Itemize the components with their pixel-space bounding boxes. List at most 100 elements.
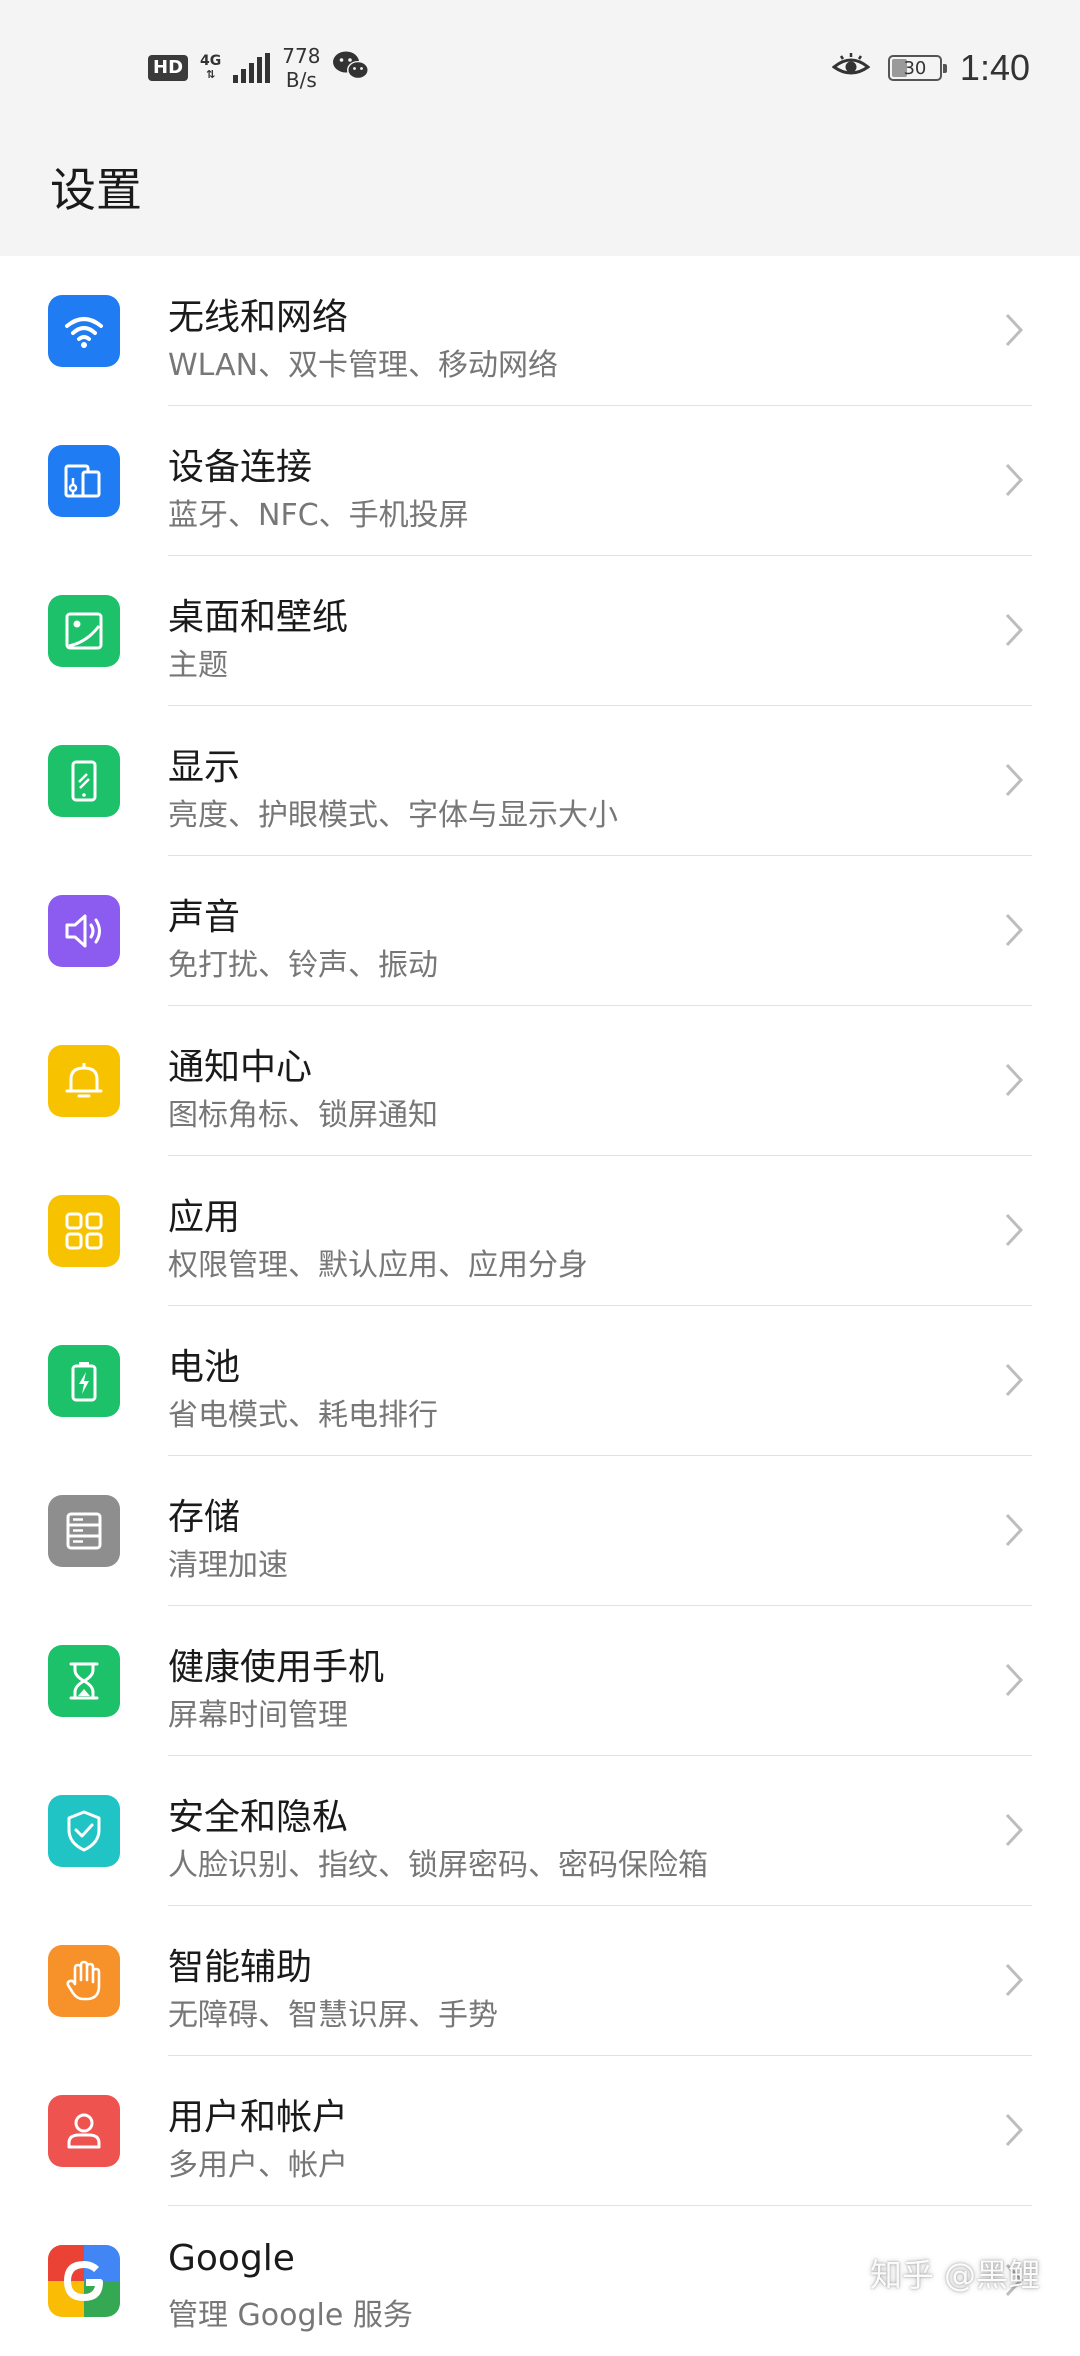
bell-icon — [61, 1058, 107, 1104]
chevron-right-icon — [1004, 1962, 1024, 1998]
page-title: 设置 — [50, 154, 142, 220]
settings-item-title: 设备连接 — [168, 438, 312, 490]
storage-icon — [61, 1508, 107, 1554]
chevron-right-icon — [1004, 1812, 1024, 1848]
settings-item-subtitle: 亮度、护眼模式、字体与显示大小 — [168, 790, 618, 834]
settings-item-subtitle: 无障碍、智慧识屏、手势 — [168, 1990, 498, 2034]
icon-tile — [48, 1945, 120, 2017]
chevron-right-icon — [1004, 1662, 1024, 1698]
icon-tile — [48, 745, 120, 817]
settings-item-sound[interactable]: 声音 免打扰、铃声、振动 — [0, 856, 1080, 1006]
settings-item-title: 存储 — [168, 1488, 240, 1540]
settings-item-device[interactable]: 设备连接 蓝牙、NFC、手机投屏 — [0, 406, 1080, 556]
icon-tile — [48, 2245, 120, 2317]
settings-item-storage[interactable]: 存储 清理加速 — [0, 1456, 1080, 1606]
settings-item-subtitle: 主题 — [168, 640, 228, 684]
icon-tile — [48, 1345, 120, 1417]
settings-item-title: 电池 — [168, 1338, 240, 1390]
chevron-right-icon — [1004, 762, 1024, 798]
signal-icon: 4G ⇅ — [200, 54, 221, 82]
hd-icon: HD — [148, 55, 188, 81]
watermark: 知乎 @黑鲤 — [870, 2250, 1040, 2296]
chevron-right-icon — [1004, 312, 1024, 348]
chevron-right-icon — [1004, 612, 1024, 648]
hand-icon — [61, 1958, 107, 2004]
chevron-right-icon — [1004, 2112, 1024, 2148]
icon-tile — [48, 1645, 120, 1717]
apps-grid-icon — [61, 1208, 107, 1254]
signal-bars — [233, 53, 270, 83]
speed-value: 778 — [282, 44, 320, 68]
settings-item-subtitle: WLAN、双卡管理、移动网络 — [168, 340, 558, 384]
status-right: 30 1:40 — [832, 40, 1030, 96]
settings-item-subtitle: 省电模式、耗电排行 — [168, 1390, 438, 1434]
settings-item-title: 声音 — [168, 888, 240, 940]
status-left: HD 4G ⇅ 778 B/s — [148, 40, 370, 96]
settings-item-title: 应用 — [168, 1188, 240, 1240]
speed-unit: B/s — [286, 68, 317, 92]
settings-item-display[interactable]: 显示 亮度、护眼模式、字体与显示大小 — [0, 706, 1080, 856]
device-connection-icon — [61, 458, 107, 504]
icon-tile — [48, 1795, 120, 1867]
chevron-right-icon — [1004, 1362, 1024, 1398]
shield-icon — [61, 1808, 107, 1854]
hourglass-icon — [61, 1658, 107, 1704]
eye-comfort-icon — [832, 51, 870, 85]
settings-item-subtitle: 图标角标、锁屏通知 — [168, 1090, 438, 1134]
settings-item-notification[interactable]: 通知中心 图标角标、锁屏通知 — [0, 1006, 1080, 1156]
icon-tile — [48, 895, 120, 967]
display-icon — [61, 758, 107, 804]
settings-item-battery[interactable]: 电池 省电模式、耗电排行 — [0, 1306, 1080, 1456]
settings-item-title: 无线和网络 — [168, 288, 348, 340]
settings-item-title: 桌面和壁纸 — [168, 588, 348, 640]
icon-tile — [48, 1195, 120, 1267]
battery-charge-icon — [61, 1358, 107, 1404]
user-icon — [61, 2108, 107, 2154]
icon-tile — [48, 595, 120, 667]
settings-item-subtitle: 清理加速 — [168, 1540, 288, 1584]
settings-item-accounts[interactable]: 用户和帐户 多用户、帐户 — [0, 2056, 1080, 2206]
settings-item-title: 通知中心 — [168, 1038, 312, 1090]
chevron-right-icon — [1004, 1212, 1024, 1248]
wifi-icon — [61, 308, 107, 354]
page-header: 设置 — [0, 130, 1080, 256]
wallpaper-icon — [61, 608, 107, 654]
settings-item-title: 显示 — [168, 738, 240, 790]
icon-tile — [48, 1045, 120, 1117]
icon-tile — [48, 2095, 120, 2167]
chevron-right-icon — [1004, 1512, 1024, 1548]
settings-item-subtitle: 免打扰、铃声、振动 — [168, 940, 438, 984]
settings-item-security[interactable]: 安全和隐私 人脸识别、指纹、锁屏密码、密码保险箱 — [0, 1756, 1080, 1906]
settings-item-subtitle: 权限管理、默认应用、应用分身 — [168, 1240, 588, 1284]
settings-item-apps[interactable]: 应用 权限管理、默认应用、应用分身 — [0, 1156, 1080, 1306]
settings-item-subtitle: 屏幕时间管理 — [168, 1690, 348, 1734]
icon-tile — [48, 295, 120, 367]
status-bar: HD 4G ⇅ 778 B/s — [0, 0, 1080, 130]
settings-item-title: 用户和帐户 — [168, 2088, 348, 2140]
battery-level: 30 — [903, 58, 926, 79]
settings-item-subtitle: 多用户、帐户 — [168, 2140, 348, 2184]
google-icon — [48, 2245, 120, 2317]
settings-list: 无线和网络 WLAN、双卡管理、移动网络 设备连接 蓝牙、NFC、手机投屏 — [0, 256, 1080, 2356]
settings-item-title: 安全和隐私 — [168, 1788, 348, 1840]
chevron-right-icon — [1004, 462, 1024, 498]
speaker-icon — [61, 908, 107, 954]
battery-icon: 30 — [888, 55, 942, 81]
settings-item-digital-balance[interactable]: 健康使用手机 屏幕时间管理 — [0, 1606, 1080, 1756]
settings-item-title: 智能辅助 — [168, 1938, 312, 1990]
network-speed: 778 B/s — [282, 44, 320, 92]
icon-tile — [48, 1495, 120, 1567]
chevron-right-icon — [1004, 912, 1024, 948]
settings-item-wireless[interactable]: 无线和网络 WLAN、双卡管理、移动网络 — [0, 256, 1080, 406]
settings-item-subtitle: 蓝牙、NFC、手机投屏 — [168, 490, 469, 534]
settings-item-home[interactable]: 桌面和壁纸 主题 — [0, 556, 1080, 706]
settings-item-smart-assist[interactable]: 智能辅助 无障碍、智慧识屏、手势 — [0, 1906, 1080, 2056]
wechat-icon — [332, 50, 370, 86]
icon-tile — [48, 445, 120, 517]
settings-item-title: 健康使用手机 — [168, 1638, 384, 1690]
clock: 1:40 — [960, 47, 1030, 89]
chevron-right-icon — [1004, 1062, 1024, 1098]
settings-item-subtitle: 人脸识别、指纹、锁屏密码、密码保险箱 — [168, 1840, 708, 1884]
network-type: 4G — [200, 54, 221, 68]
settings-item-title: Google — [168, 2238, 295, 2279]
